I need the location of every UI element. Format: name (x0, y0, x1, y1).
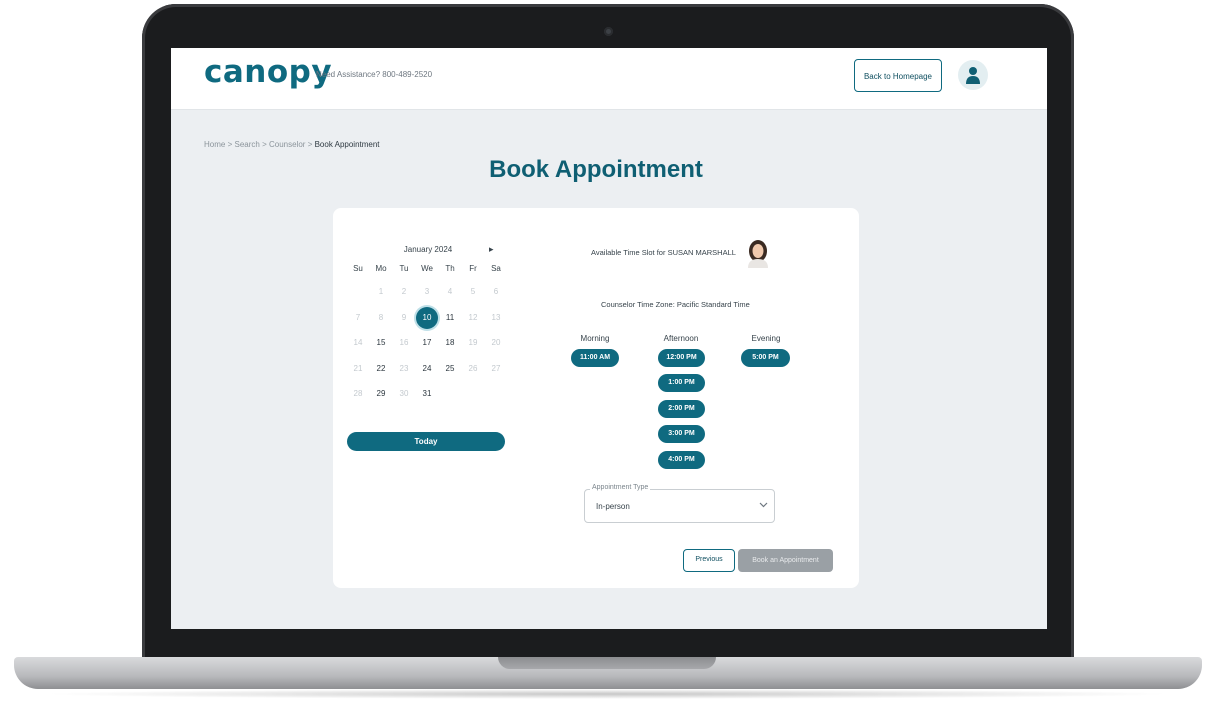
calendar-day[interactable]: 28 (347, 383, 369, 405)
counselor-timezone: Counselor Time Zone: Pacific Standard Ti… (601, 300, 750, 309)
weekday-we: We (421, 264, 433, 273)
calendar-day[interactable]: 23 (393, 358, 415, 380)
time-slot-evening-1[interactable]: 5:00 PM (741, 349, 790, 367)
breadcrumb-counselor[interactable]: Counselor (269, 140, 305, 149)
calendar-day[interactable]: 17 (416, 332, 438, 354)
laptop-notch (498, 657, 716, 669)
calendar-day[interactable]: 29 (370, 383, 392, 405)
today-button[interactable]: Today (347, 432, 505, 451)
calendar-day[interactable]: 16 (393, 332, 415, 354)
calendar-day[interactable]: 19 (462, 332, 484, 354)
page-title: Book Appointment (489, 156, 703, 183)
calendar-day[interactable]: 13 (485, 307, 507, 329)
counselor-photo (748, 240, 768, 268)
weekday-mo: Mo (375, 264, 387, 273)
calendar-day[interactable]: 5 (462, 281, 484, 303)
morning-label: Morning (580, 334, 610, 343)
weekday-fr: Fr (469, 264, 477, 273)
breadcrumb-home[interactable]: Home (204, 140, 225, 149)
time-slot-afternoon-5[interactable]: 4:00 PM (658, 451, 705, 469)
user-avatar[interactable] (958, 60, 988, 90)
calendar-day[interactable]: 1 (370, 281, 392, 303)
next-month-icon[interactable]: ▸ (489, 244, 494, 255)
top-bar: canopy Need Assistance? 800-489-2520 Bac… (171, 48, 1047, 110)
laptop-shadow (40, 689, 1174, 699)
calendar-day[interactable]: 20 (485, 332, 507, 354)
calendar-day[interactable]: 15 (370, 332, 392, 354)
weekday-su: Su (353, 264, 363, 273)
chevron-down-icon (759, 502, 768, 508)
calendar-day[interactable]: 14 (347, 332, 369, 354)
calendar-day[interactable]: 25 (439, 358, 461, 380)
afternoon-label: Afternoon (663, 334, 699, 343)
calendar-day[interactable]: 9 (393, 307, 415, 329)
calendar-month: January 2024 (403, 245, 453, 254)
webcam-icon (604, 27, 613, 36)
canopy-logo[interactable]: canopy (204, 54, 332, 90)
weekday-th: Th (445, 264, 455, 273)
calendar-day[interactable]: 30 (393, 383, 415, 405)
calendar-day[interactable]: 10 (416, 306, 438, 329)
calendar-day[interactable]: 31 (416, 383, 438, 405)
calendar-day[interactable]: 6 (485, 281, 507, 303)
back-to-homepage-button[interactable]: Back to Homepage (854, 59, 942, 92)
calendar-day[interactable]: 21 (347, 358, 369, 380)
calendar-day[interactable]: 27 (485, 358, 507, 380)
calendar-day[interactable]: 7 (347, 307, 369, 329)
appointment-type-label: Appointment Type (590, 484, 651, 491)
weekday-sa: Sa (491, 264, 501, 273)
calendar-day[interactable]: 22 (370, 358, 392, 380)
calendar-day[interactable]: 2 (393, 281, 415, 303)
calendar-day[interactable]: 12 (462, 307, 484, 329)
time-slot-morning-1[interactable]: 11:00 AM (571, 349, 619, 367)
user-icon (966, 67, 980, 84)
calendar-day[interactable]: 4 (439, 281, 461, 303)
calendar-day[interactable]: 26 (462, 358, 484, 380)
evening-label: Evening (751, 334, 781, 343)
breadcrumb-current: Book Appointment (314, 140, 380, 149)
time-slot-afternoon-1[interactable]: 12:00 PM (658, 349, 705, 367)
app-screen: canopy Need Assistance? 800-489-2520 Bac… (171, 48, 1047, 629)
breadcrumb: Home > Search > Counselor > Book Appoint… (204, 140, 380, 149)
availability-title: Available Time Slot for SUSAN MARSHALL (591, 248, 736, 257)
calendar-day[interactable]: 8 (370, 307, 392, 329)
assistance-phone: Need Assistance? 800-489-2520 (316, 70, 433, 79)
calendar-day[interactable]: 3 (416, 281, 438, 303)
time-slot-afternoon-4[interactable]: 3:00 PM (658, 425, 705, 443)
book-appointment-button[interactable]: Book an Appointment (738, 549, 833, 572)
calendar-day[interactable]: 11 (439, 307, 461, 329)
calendar-day[interactable]: 18 (439, 332, 461, 354)
booking-card: January 2024 ▸ Su Mo Tu We Th Fr Sa 1234… (333, 208, 859, 588)
breadcrumb-search[interactable]: Search (234, 140, 259, 149)
appointment-type-value: In-person (596, 502, 630, 511)
time-slot-afternoon-3[interactable]: 2:00 PM (658, 400, 705, 418)
time-slot-afternoon-2[interactable]: 1:00 PM (658, 374, 705, 392)
previous-button[interactable]: Previous (683, 549, 735, 572)
weekday-tu: Tu (399, 264, 409, 273)
calendar-day[interactable]: 24 (416, 358, 438, 380)
